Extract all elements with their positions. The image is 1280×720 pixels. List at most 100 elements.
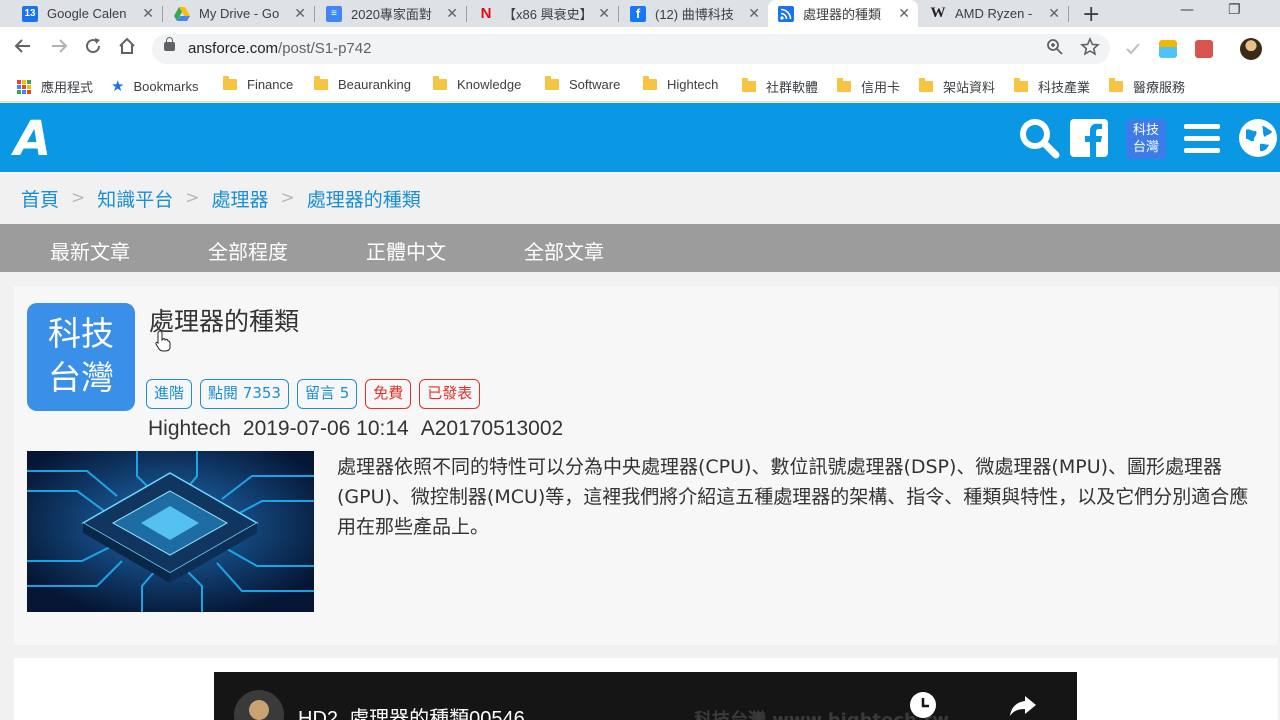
site-header: A 科技 台灣	[0, 103, 1280, 172]
breadcrumb-processor-types[interactable]: 處理器的種類	[307, 185, 421, 212]
tag-level[interactable]: 進階	[146, 379, 193, 409]
new-tab-button[interactable]: +	[1082, 2, 1100, 27]
tab-google-calendar[interactable]: 13 Google Calen ✕	[12, 0, 162, 27]
tab-wikipedia-amd-ryzen[interactable]: W AMD Ryzen - ✕	[920, 0, 1068, 27]
bookmark-folder-medical[interactable]: 醫療服務	[1109, 77, 1185, 96]
bookmark-folder-finance[interactable]: Finance	[223, 76, 294, 92]
zoom-icon[interactable]	[1046, 38, 1064, 56]
restore-window-button[interactable]: ❐	[1228, 2, 1241, 18]
tab-title: My Drive - Go	[199, 6, 280, 21]
article-title[interactable]: 處理器的種類	[149, 302, 299, 338]
breadcrumb-processor[interactable]: 處理器	[212, 185, 269, 212]
embedded-video-player[interactable]: HD2_處理器的種類00546 科技台灣 www.hightech.tw	[214, 672, 1077, 720]
share-arrow-icon[interactable]	[1008, 690, 1038, 720]
folder-icon	[433, 76, 447, 90]
tab-separator	[466, 6, 467, 22]
tag-comments[interactable]: 留言 5	[296, 379, 358, 409]
folder-icon	[742, 78, 756, 92]
watch-later-clock-icon[interactable]	[908, 690, 938, 720]
tab-facebook[interactable]: f (12) 曲博科技 ✕	[620, 0, 768, 27]
minimize-window-button[interactable]: —	[1180, 2, 1194, 18]
browser-toolbar: ansforce.com/post/S1-p742	[0, 27, 1280, 70]
back-arrow-icon[interactable]	[14, 37, 32, 55]
tab-title: 處理器的種類	[803, 7, 882, 22]
close-icon[interactable]: ✕	[294, 5, 306, 22]
search-icon[interactable]	[1018, 117, 1060, 159]
close-icon[interactable]: ✕	[142, 5, 154, 22]
bookmark-label: 信用卡	[861, 80, 901, 95]
site-logo[interactable]: A	[14, 111, 51, 167]
smart-extension-icon[interactable]	[1159, 40, 1177, 58]
bookmark-folder-social[interactable]: 社群軟體	[742, 77, 818, 96]
bookmark-apps[interactable]: 應用程式	[17, 77, 93, 96]
home-icon[interactable]	[118, 37, 136, 55]
bookmark-folder-software[interactable]: Software	[545, 76, 620, 92]
breadcrumb-home[interactable]: 首頁	[21, 185, 59, 212]
folder-icon	[1014, 78, 1028, 92]
close-icon[interactable]: ✕	[1048, 5, 1060, 22]
tech-taiwan-badge[interactable]: 科技 台灣	[1126, 119, 1166, 159]
forward-arrow-icon[interactable]	[50, 37, 68, 55]
close-icon[interactable]: ✕	[446, 5, 458, 22]
article-meta: Hightech 2019-07-06 10:14 A20170513002	[148, 417, 575, 441]
folder-icon	[223, 76, 237, 90]
bookmark-label: 醫療服務	[1133, 80, 1186, 95]
bookmark-star-icon[interactable]	[1080, 37, 1100, 57]
bookmark-folder-beauranking[interactable]: Beauranking	[314, 76, 411, 92]
tab-separator	[1068, 6, 1069, 22]
tab-x86-history[interactable]: N 【x86 興衰史】 ✕	[468, 0, 618, 27]
close-icon[interactable]: ✕	[898, 5, 910, 22]
bookmark-folder-hightech[interactable]: Hightech	[643, 76, 719, 92]
video-title[interactable]: HD2_處理器的種類00546	[298, 702, 525, 720]
bookmark-folder-credit-card[interactable]: 信用卡	[837, 77, 900, 96]
article-id: A20170513002	[420, 417, 564, 440]
bookmark-label: 應用程式	[41, 80, 94, 95]
breadcrumb: 首頁 > 知識平台 > 處理器 > 處理器的種類	[0, 172, 1280, 224]
hamburger-menu-icon[interactable]	[1184, 122, 1220, 156]
article-card: 科技 台灣 處理器的種類 進階 點閱 7353 留言 5 免費 已發表 High…	[14, 286, 1278, 645]
close-icon[interactable]: ✕	[748, 5, 760, 22]
globe-icon[interactable]	[1238, 118, 1278, 158]
tab-title: Google Calen	[47, 6, 127, 21]
badge-line: 台灣	[1132, 140, 1159, 155]
tab-separator	[314, 6, 315, 22]
menu-latest-articles[interactable]: 最新文章	[50, 236, 130, 265]
article-thumbnail-cpu-chip[interactable]	[27, 451, 314, 612]
address-bar[interactable]: ansforce.com/post/S1-p742	[152, 34, 1110, 64]
tag-views: 點閱 7353	[200, 379, 289, 409]
bookmark-folder-tech-industry[interactable]: 科技產業	[1014, 77, 1090, 96]
facebook-icon[interactable]	[1070, 119, 1108, 157]
folder-icon	[1109, 78, 1123, 92]
bookmark-label: Finance	[247, 77, 294, 92]
breadcrumb-separator: >	[185, 188, 200, 208]
checkmark-extension-icon[interactable]	[1124, 40, 1142, 58]
bookmark-label: Knowledge	[457, 77, 522, 92]
close-icon[interactable]: ✕	[598, 5, 610, 22]
bookmark-label: Beauranking	[338, 77, 411, 92]
breadcrumb-knowledge-platform[interactable]: 知識平台	[97, 185, 173, 212]
logo-line: 台灣	[48, 358, 114, 397]
folder-icon	[837, 78, 851, 92]
menu-traditional-chinese[interactable]: 正體中文	[366, 236, 446, 265]
channel-avatar[interactable]	[234, 690, 284, 720]
tag-published: 已發表	[419, 379, 481, 409]
netflix-n-icon: N	[480, 5, 492, 22]
star-icon: ★	[111, 78, 125, 95]
menu-all-articles[interactable]: 全部文章	[524, 236, 604, 265]
menu-all-levels[interactable]: 全部程度	[208, 236, 288, 265]
tab-my-drive[interactable]: My Drive - Go ✕	[164, 0, 314, 27]
reload-icon[interactable]	[84, 37, 102, 55]
tab-google-docs[interactable]: ≡ 2020專家面對 ✕	[316, 0, 466, 27]
pdf-extension-icon[interactable]	[1195, 40, 1213, 58]
lock-icon[interactable]	[164, 37, 175, 51]
url-text[interactable]: ansforce.com/post/S1-p742	[188, 40, 371, 57]
bookmark-label: Hightech	[667, 77, 719, 92]
article-category[interactable]: Hightech	[148, 417, 231, 440]
bookmark-bookmarks[interactable]: ★ Bookmarks	[111, 77, 198, 95]
bookmark-folder-site-building[interactable]: 架站資料	[919, 77, 995, 96]
breadcrumb-separator: >	[71, 188, 86, 208]
profile-avatar[interactable]	[1240, 38, 1262, 60]
bookmark-folder-knowledge[interactable]: Knowledge	[433, 76, 522, 92]
filter-menu-bar: 最新文章 全部程度 正體中文 全部文章	[0, 224, 1280, 272]
tab-active-processor-types[interactable]: 處理器的種類 ✕	[768, 0, 918, 27]
